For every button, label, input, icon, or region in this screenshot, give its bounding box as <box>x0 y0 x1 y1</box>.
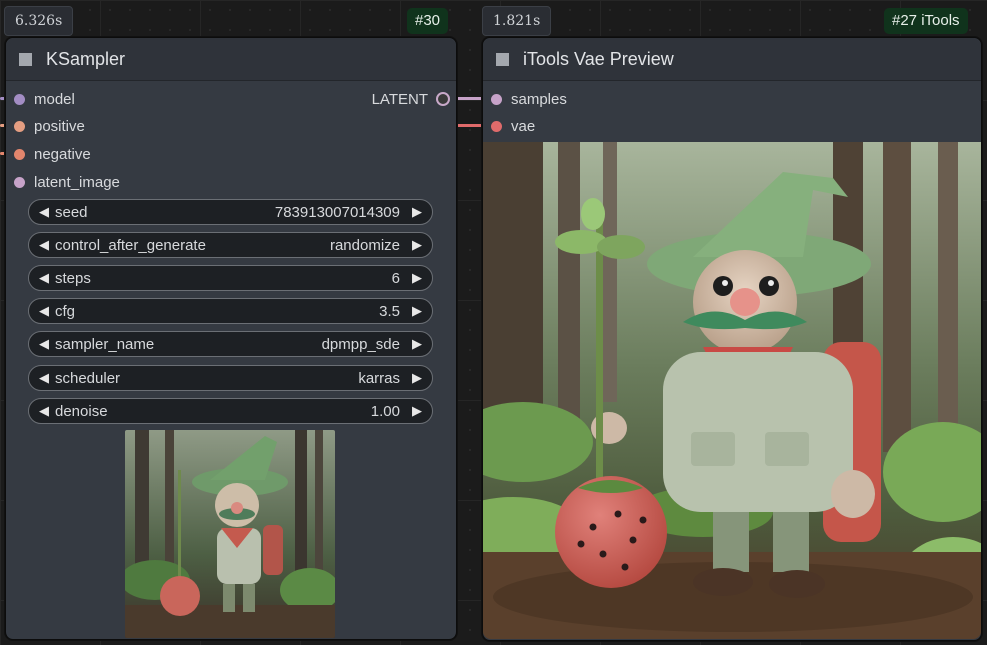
collapse-toggle-icon[interactable] <box>19 52 32 66</box>
ksampler-node-id: #30 <box>407 8 449 34</box>
widget-seed[interactable]: ◀ seed 783913007014309 ▶ <box>28 199 433 225</box>
input-slot-vae[interactable]: vae <box>491 114 535 140</box>
decrement-arrow-icon[interactable]: ◀ <box>33 336 55 352</box>
slot-dot-icon[interactable] <box>14 176 25 188</box>
widget-sampler-name[interactable]: ◀ sampler_name dpmpp_sde ▶ <box>28 331 433 357</box>
decrement-arrow-icon[interactable]: ◀ <box>33 303 55 319</box>
slot-dot-icon[interactable] <box>491 93 502 105</box>
increment-arrow-icon[interactable]: ▶ <box>406 403 428 419</box>
ksampler-node[interactable]: KSampler model positive negative latent_… <box>5 37 457 640</box>
node-title: KSampler <box>46 48 126 69</box>
input-slot-negative[interactable]: negative <box>14 142 91 168</box>
gnome-strawberry-illustration <box>483 142 981 639</box>
increment-arrow-icon[interactable]: ▶ <box>406 303 428 319</box>
input-slot-positive[interactable]: positive <box>14 114 85 140</box>
ksampler-preview-image <box>125 430 335 638</box>
ksampler-header[interactable]: KSampler <box>6 38 456 81</box>
slot-dot-icon[interactable] <box>491 120 502 132</box>
decrement-arrow-icon[interactable]: ◀ <box>33 403 55 419</box>
vae-preview-node[interactable]: iTools Vae Preview samples vae <box>482 37 982 641</box>
input-slot-latent-image[interactable]: latent_image <box>14 170 120 196</box>
widget-scheduler[interactable]: ◀ scheduler karras ▶ <box>28 365 433 391</box>
slot-dot-icon[interactable] <box>14 120 25 132</box>
increment-arrow-icon[interactable]: ▶ <box>406 204 428 220</box>
input-slot-samples[interactable]: samples <box>491 87 567 113</box>
decrement-arrow-icon[interactable]: ◀ <box>33 204 55 220</box>
output-dot-icon[interactable] <box>436 92 450 107</box>
increment-arrow-icon[interactable]: ▶ <box>406 336 428 352</box>
gnome-thumbnail-illustration <box>125 430 335 638</box>
widget-cfg[interactable]: ◀ cfg 3.5 ▶ <box>28 298 433 324</box>
output-slot-latent[interactable]: LATENT <box>372 87 450 113</box>
widget-control-after-generate[interactable]: ◀ control_after_generate randomize ▶ <box>28 232 433 258</box>
input-slot-model[interactable]: model <box>14 87 75 113</box>
slot-dot-icon[interactable] <box>14 148 25 160</box>
widget-steps[interactable]: ◀ steps 6 ▶ <box>28 265 433 291</box>
slot-dot-icon[interactable] <box>14 93 25 105</box>
node-title: iTools Vae Preview <box>523 48 674 69</box>
vae-preview-image <box>483 142 981 639</box>
widget-denoise[interactable]: ◀ denoise 1.00 ▶ <box>28 398 433 424</box>
increment-arrow-icon[interactable]: ▶ <box>406 370 428 386</box>
wire-vae <box>455 124 485 127</box>
decrement-arrow-icon[interactable]: ◀ <box>33 270 55 286</box>
increment-arrow-icon[interactable]: ▶ <box>406 237 428 253</box>
collapse-toggle-icon[interactable] <box>496 52 509 66</box>
decrement-arrow-icon[interactable]: ◀ <box>33 237 55 253</box>
decrement-arrow-icon[interactable]: ◀ <box>33 370 55 386</box>
increment-arrow-icon[interactable]: ▶ <box>406 270 428 286</box>
vae-preview-node-id: #27 iTools <box>884 8 968 34</box>
ksampler-exec-time: 6.326s <box>4 6 74 36</box>
vae-preview-header[interactable]: iTools Vae Preview <box>483 38 981 81</box>
vae-preview-exec-time: 1.821s <box>482 6 552 36</box>
